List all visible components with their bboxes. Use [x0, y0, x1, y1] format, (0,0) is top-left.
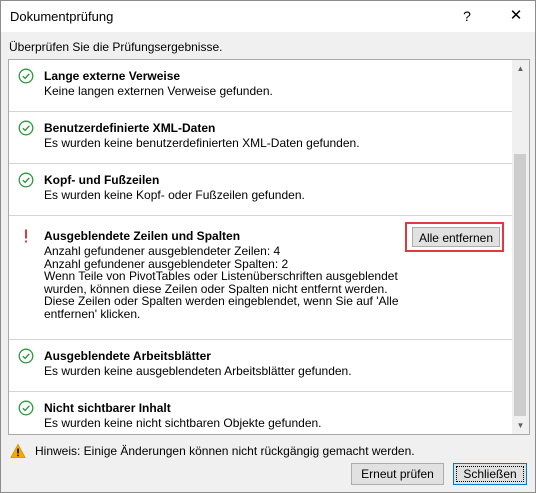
result-item-headers-footers: Kopf- und Fußzeilen Es wurden keine Kopf…: [9, 164, 512, 216]
result-description: Es wurden keine nicht sichtbaren Objekte…: [44, 416, 322, 430]
help-button[interactable]: ?: [457, 6, 477, 26]
result-description: Es wurden keine ausgeblendeten Arbeitsbl…: [44, 364, 352, 378]
result-heading: Ausgeblendete Zeilen und Spalten: [44, 229, 241, 243]
remove-all-button[interactable]: Alle entfernen: [412, 227, 500, 247]
result-item-hidden-sheets: Ausgeblendete Arbeitsblätter Es wurden k…: [9, 340, 512, 392]
result-description: Keine langen externen Verweise gefunden.: [44, 84, 273, 98]
close-icon[interactable]: ✕: [505, 6, 527, 26]
result-item-xml-data: Benutzerdefinierte XML-Daten Es wurden k…: [9, 112, 512, 164]
result-heading: Nicht sichtbarer Inhalt: [44, 401, 171, 415]
recheck-button[interactable]: Erneut prüfen: [351, 463, 444, 485]
document-inspector-dialog: Dokumentprüfung ? ✕ Überprüfen Sie die P…: [0, 0, 536, 493]
close-button-label: Schließen: [456, 466, 524, 482]
check-circle-icon: [18, 120, 34, 136]
result-description: Es wurden keine benutzerdefinierten XML-…: [44, 136, 360, 150]
vertical-scrollbar[interactable]: ▲ ▼: [512, 60, 529, 434]
instruction-text: Überprüfen Sie die Prüfungsergebnisse.: [9, 40, 223, 54]
result-description: Es wurden keine Kopf- oder Fußzeilen gef…: [44, 188, 305, 202]
result-heading: Kopf- und Fußzeilen: [44, 173, 160, 187]
warning-triangle-icon: [10, 443, 26, 458]
check-circle-icon: [18, 172, 34, 188]
close-button[interactable]: Schließen: [453, 463, 527, 485]
results-panel: Lange externe Verweise Keine langen exte…: [8, 59, 530, 435]
scroll-up-arrow-icon[interactable]: ▲: [512, 60, 529, 77]
dialog-title: Dokumentprüfung: [10, 9, 114, 24]
title-bar: Dokumentprüfung ? ✕: [1, 1, 535, 32]
scroll-thumb[interactable]: [514, 154, 526, 416]
exclamation-icon: [25, 229, 27, 243]
result-heading: Lange externe Verweise: [44, 69, 181, 83]
result-item-hidden-rows-columns: Ausgeblendete Zeilen und Spalten Anzahl …: [9, 216, 512, 340]
check-circle-icon: [18, 348, 34, 364]
scroll-down-arrow-icon[interactable]: ▼: [512, 417, 529, 434]
check-circle-icon: [18, 68, 34, 84]
result-heading: Ausgeblendete Arbeitsblätter: [44, 349, 211, 363]
result-description: Anzahl gefundener ausgeblendeter Zeilen:…: [44, 244, 399, 321]
check-circle-icon: [18, 400, 34, 416]
result-item-invisible-content: Nicht sichtbarer Inhalt Es wurden keine …: [9, 392, 512, 434]
footer-note-text: Hinweis: Einige Änderungen können nicht …: [35, 444, 415, 458]
results-list: Lange externe Verweise Keine langen exte…: [9, 60, 512, 434]
result-heading: Benutzerdefinierte XML-Daten: [44, 121, 216, 135]
result-item-external-links: Lange externe Verweise Keine langen exte…: [9, 60, 512, 112]
